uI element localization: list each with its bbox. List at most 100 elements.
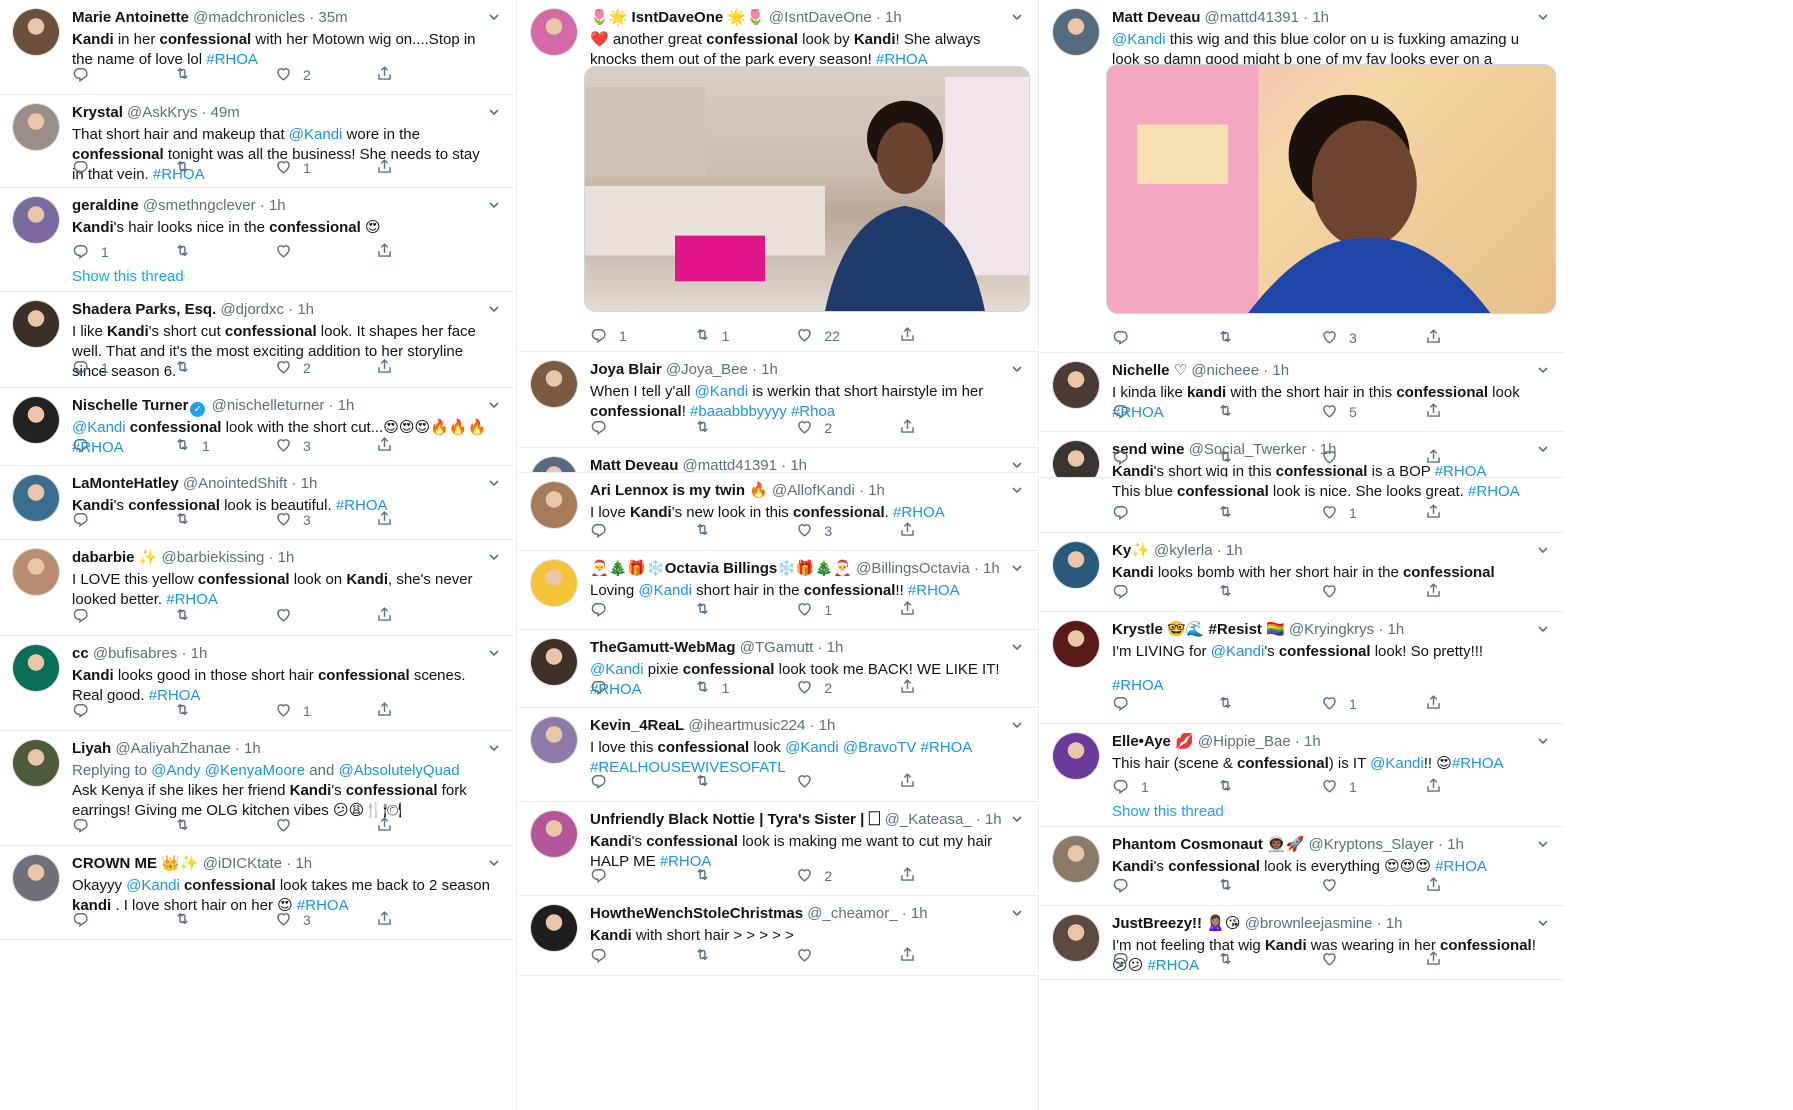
handle-and-time[interactable]: @AaliyahZhanae · 1h bbox=[115, 740, 260, 757]
reply-button[interactable] bbox=[72, 436, 152, 456]
share-button[interactable] bbox=[1424, 402, 1504, 422]
handle-and-time[interactable]: @Kryingkrys · 1h bbox=[1289, 621, 1404, 638]
handle-and-time[interactable]: @kylerla · 1h bbox=[1154, 542, 1243, 559]
hashtag-or-mention-link[interactable]: #RHOA bbox=[1468, 483, 1520, 500]
display-name[interactable]: Liyah bbox=[72, 740, 111, 757]
retweet-button[interactable]: 1 bbox=[173, 436, 253, 456]
tweet-card[interactable]: Liyah @AaliyahZhanae · 1h Replying to @An… bbox=[0, 731, 515, 846]
like-button[interactable]: 3 bbox=[274, 910, 354, 930]
share-button[interactable] bbox=[1424, 503, 1504, 523]
tweet-card[interactable]: Krystal @AskKrys · 49m That short hair an… bbox=[0, 95, 515, 188]
like-button[interactable]: 1 bbox=[274, 158, 354, 178]
share-button[interactable] bbox=[898, 678, 978, 698]
handle-and-time[interactable]: @barbiekissing · 1h bbox=[162, 549, 295, 566]
handle-and-time[interactable]: @Joya_Bee · 1h bbox=[666, 361, 778, 378]
like-button[interactable] bbox=[1320, 950, 1400, 970]
display-name[interactable]: HowtheWenchStoleChristmas bbox=[590, 905, 803, 922]
tweet-card[interactable]: CROWN ME 👑✨ @iDICKtate · 1h Okayyy @Kandi… bbox=[0, 846, 515, 940]
reply-button[interactable] bbox=[590, 600, 670, 620]
avatar[interactable] bbox=[12, 196, 60, 244]
chevron-down-icon[interactable] bbox=[1010, 362, 1024, 376]
share-button[interactable] bbox=[1424, 777, 1504, 797]
hashtag-or-mention-link[interactable]: #RHOA bbox=[1452, 755, 1504, 772]
handle-and-time[interactable]: @_cheamor_ · 1h bbox=[807, 905, 927, 922]
share-button[interactable] bbox=[898, 521, 978, 541]
chevron-down-icon[interactable] bbox=[487, 646, 501, 660]
tweet-card[interactable]: Kevin_4ReaL @iheartmusic224 · 1h I love t… bbox=[518, 708, 1038, 802]
display-name[interactable]: JustBreezy!! 🙎🏽‍♀️😘 bbox=[1112, 915, 1241, 932]
display-name[interactable]: Ky✨ bbox=[1112, 542, 1150, 559]
display-name[interactable]: cc bbox=[72, 645, 89, 662]
reply-button[interactable] bbox=[1112, 582, 1192, 602]
like-button[interactable]: 2 bbox=[795, 678, 875, 698]
hashtag-or-mention-link[interactable]: @Kandi bbox=[590, 661, 644, 678]
share-button[interactable] bbox=[375, 510, 455, 530]
hashtag-or-mention-link[interactable]: @Kandi bbox=[1370, 755, 1424, 772]
handle-and-time[interactable]: @smethngclever · 1h bbox=[143, 197, 286, 214]
avatar[interactable] bbox=[12, 739, 60, 787]
retweet-button[interactable] bbox=[1216, 402, 1296, 422]
hashtag-or-mention-link[interactable]: @Kandi bbox=[638, 582, 692, 599]
tweet-card[interactable]: Matt Deveau @mattd41391 · 1h @Kandi this … bbox=[1040, 0, 1564, 353]
reply-button[interactable] bbox=[1112, 950, 1192, 970]
hashtag-or-mention-link[interactable]: @Kandi bbox=[72, 419, 126, 436]
like-button[interactable] bbox=[274, 242, 354, 262]
like-button[interactable] bbox=[274, 816, 354, 836]
tweet-card[interactable]: HowtheWenchStoleChristmas @_cheamor_ · 1… bbox=[518, 896, 1038, 976]
share-button[interactable] bbox=[898, 326, 978, 346]
handle-and-time[interactable]: @nicheee · 1h bbox=[1191, 362, 1289, 379]
like-button[interactable]: 5 bbox=[1320, 402, 1400, 422]
chevron-down-icon[interactable] bbox=[487, 550, 501, 564]
reply-button[interactable] bbox=[1112, 448, 1192, 468]
retweet-button[interactable]: 1 bbox=[693, 678, 773, 698]
chevron-down-icon[interactable] bbox=[487, 741, 501, 755]
like-button[interactable] bbox=[795, 946, 875, 966]
display-name[interactable]: Unfriendly Black Nottie | Tyra's Sister … bbox=[590, 811, 881, 828]
avatar[interactable] bbox=[1052, 541, 1100, 589]
avatar[interactable] bbox=[12, 103, 60, 151]
handle-and-time[interactable]: @mattd41391 · 1h bbox=[1205, 9, 1329, 26]
avatar[interactable] bbox=[12, 474, 60, 522]
chevron-down-icon[interactable] bbox=[1536, 916, 1550, 930]
chevron-down-icon[interactable] bbox=[1536, 543, 1550, 557]
tweet-photo[interactable] bbox=[1106, 64, 1556, 314]
retweet-button[interactable] bbox=[693, 418, 773, 438]
display-name[interactable]: 🌷🌟 IsntDaveOne 🌟🌷 bbox=[590, 9, 765, 26]
handle-and-time[interactable]: @iDICKtate · 1h bbox=[203, 855, 312, 872]
avatar[interactable] bbox=[1052, 620, 1100, 668]
retweet-button[interactable] bbox=[173, 65, 253, 85]
avatar[interactable] bbox=[12, 854, 60, 902]
reply-button[interactable] bbox=[72, 910, 152, 930]
tweet-card[interactable]: cc @bufisabres · 1h Kandi looks good in t… bbox=[0, 636, 515, 731]
hashtag-or-mention-link[interactable]: @Kandi bbox=[289, 126, 343, 143]
tweet-card[interactable]: send wine @Social_Twerker · 1h Kandi's sh… bbox=[1040, 432, 1564, 478]
display-name[interactable]: Ari Lennox is my twin 🔥 bbox=[590, 482, 768, 499]
like-button[interactable]: 1 bbox=[1320, 694, 1400, 714]
reply-button[interactable] bbox=[590, 418, 670, 438]
retweet-button[interactable] bbox=[173, 701, 253, 721]
avatar[interactable] bbox=[530, 559, 578, 607]
handle-and-time[interactable]: @AllofKandi · 1h bbox=[772, 482, 885, 499]
tweet-card[interactable]: Elle•Aye 💋 @Hippie_Bae · 1h This hair (sc… bbox=[1040, 724, 1564, 827]
hashtag-or-mention-link[interactable]: #RHOA bbox=[908, 582, 960, 599]
share-button[interactable] bbox=[1424, 328, 1504, 348]
handle-and-time[interactable]: @BillingsOctavia · 1h bbox=[856, 560, 1000, 577]
chevron-down-icon[interactable] bbox=[1536, 734, 1550, 748]
retweet-button[interactable] bbox=[173, 816, 253, 836]
reply-button[interactable] bbox=[590, 521, 670, 541]
handle-and-time[interactable]: @AskKrys · 49m bbox=[127, 104, 240, 121]
share-button[interactable] bbox=[375, 816, 455, 836]
retweet-button[interactable] bbox=[1216, 694, 1296, 714]
like-button[interactable] bbox=[1320, 876, 1400, 896]
avatar[interactable] bbox=[1052, 732, 1100, 780]
chevron-down-icon[interactable] bbox=[1010, 640, 1024, 654]
avatar[interactable] bbox=[12, 8, 60, 56]
share-button[interactable] bbox=[898, 418, 978, 438]
tweet-card[interactable]: LaMonteHatley @AnointedShift · 1h Kandi's… bbox=[0, 466, 515, 540]
chevron-down-icon[interactable] bbox=[1010, 906, 1024, 920]
reply-button[interactable] bbox=[72, 65, 152, 85]
tweet-card[interactable]: Shadera Parks, Esq. @djordxc · 1h I like … bbox=[0, 292, 515, 388]
display-name[interactable]: Krystal bbox=[72, 104, 123, 121]
handle-and-time[interactable]: @nischelleturner · 1h bbox=[212, 397, 355, 414]
like-button[interactable]: 2 bbox=[795, 866, 875, 886]
